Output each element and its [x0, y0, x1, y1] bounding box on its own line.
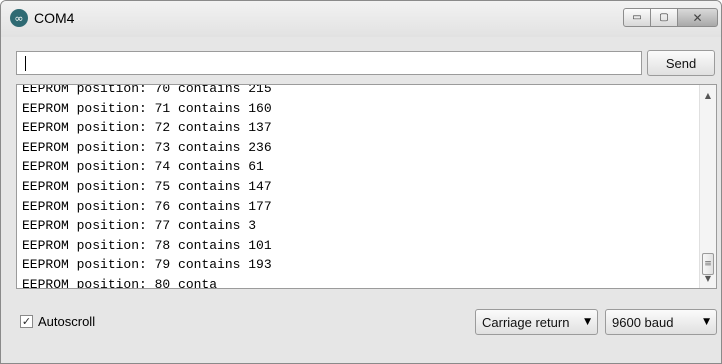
line-ending-select[interactable]: Carriage return ▼ — [475, 309, 598, 335]
send-input-field[interactable] — [16, 51, 642, 75]
send-input[interactable] — [17, 52, 641, 74]
serial-monitor-icon: ∞ — [10, 9, 28, 27]
line-ending-value: Carriage return — [482, 314, 570, 330]
output-line: EEPROM position: 80 conta — [22, 276, 218, 289]
output-line: EEPROM position: 72 contains 137 — [22, 120, 272, 136]
autoscroll-label: Autoscroll — [38, 314, 96, 329]
bottom-bar: ✓ Autoscroll Carriage return ▼ 9600 baud… — [1, 291, 721, 363]
chevron-down-icon: ▼ — [703, 317, 710, 327]
checkmark-icon: ✓ — [21, 315, 32, 328]
chevron-down-icon: ▼ — [584, 317, 591, 327]
baud-rate-select[interactable]: 9600 baud ▼ — [605, 309, 717, 335]
autoscroll-toggle[interactable]: ✓ Autoscroll — [20, 314, 95, 329]
title-bar[interactable]: ∞ COM4 ▭ ▢ ✕ — [1, 1, 721, 37]
output-line: EEPROM position: 76 contains 177 — [22, 198, 272, 214]
scroll-grip-icon: ≡ — [704, 259, 712, 269]
minimize-icon: ▭ — [632, 12, 642, 23]
baud-rate-value: 9600 baud — [612, 314, 674, 330]
window-title: COM4 — [34, 10, 75, 26]
output-line: EEPROM position: 75 contains 147 — [22, 178, 272, 194]
close-icon: ✕ — [692, 10, 703, 25]
output-line: EEPROM position: 73 contains 236 — [22, 139, 272, 155]
output-line: EEPROM position: 71 contains 160 — [22, 100, 272, 116]
scroll-down-arrow-icon[interactable]: ▼ — [700, 270, 716, 286]
autoscroll-checkbox[interactable]: ✓ — [20, 315, 33, 328]
output-line: EEPROM position: 70 contains 215 — [22, 84, 272, 96]
text-caret — [25, 56, 26, 71]
output-line: EEPROM position: 74 contains 61 — [22, 159, 264, 175]
output-lines: EEPROM position: 70 contains 215 EEPROM … — [22, 84, 272, 289]
maximize-button[interactable]: ▢ — [650, 8, 678, 27]
output-line: EEPROM position: 77 contains 3 — [22, 218, 257, 234]
serial-monitor-window: ∞ COM4 ▭ ▢ ✕ Send EEPROM position: 70 co… — [0, 0, 722, 364]
output-line: EEPROM position: 79 contains 193 — [22, 257, 272, 273]
send-button[interactable]: Send — [647, 50, 715, 76]
output-line: EEPROM position: 78 contains 101 — [22, 237, 272, 253]
vertical-scrollbar[interactable]: ▲ ≡ ▼ — [699, 85, 716, 288]
maximize-icon: ▢ — [659, 12, 669, 23]
serial-output-area[interactable]: EEPROM position: 70 contains 215 EEPROM … — [16, 84, 717, 289]
scroll-up-arrow-icon[interactable]: ▲ — [700, 87, 716, 103]
app-icon-glyph: ∞ — [14, 11, 24, 25]
close-button[interactable]: ✕ — [677, 8, 718, 27]
minimize-button[interactable]: ▭ — [623, 8, 651, 27]
